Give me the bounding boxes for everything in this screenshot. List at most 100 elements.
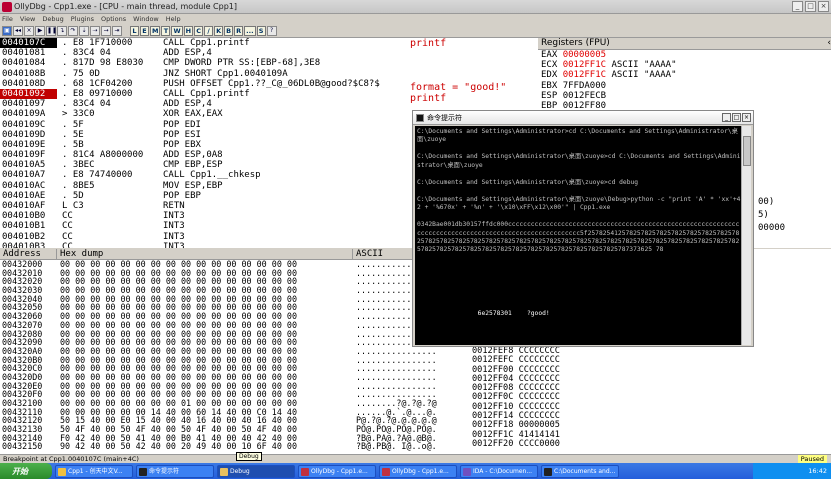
toolbar-window-button[interactable]: S bbox=[256, 25, 266, 36]
cmd-title-bar[interactable]: 命令提示符 _ □ × bbox=[413, 111, 753, 125]
cpu-address[interactable]: 00401084 bbox=[0, 58, 57, 68]
toolbar-window-button[interactable]: / bbox=[204, 25, 214, 36]
dump-row[interactable]: 00432150 90 42 40 00 50 42 40 00 20 49 40… bbox=[0, 442, 468, 451]
cpu-address[interactable]: 00401097 bbox=[0, 99, 57, 109]
taskbar-item[interactable]: Cpp1 - 创天中文V... bbox=[55, 464, 133, 478]
chevron-left-icon[interactable]: ‹ bbox=[827, 38, 831, 49]
cpu-address[interactable]: 0040107C bbox=[0, 38, 57, 49]
register-value[interactable]: 0012FF1C bbox=[563, 70, 606, 80]
taskbar-item[interactable]: OllyDbg - Cpp1.e... bbox=[379, 464, 457, 478]
toolbar-window-button[interactable]: T bbox=[161, 25, 171, 36]
menu-item-plugins[interactable]: Plugins bbox=[71, 15, 94, 23]
cmd-scrollbar-thumb[interactable] bbox=[743, 136, 751, 166]
taskbar-item[interactable]: IDA - C:\Documen... bbox=[460, 464, 538, 478]
cpu-instruction[interactable]: PUSH OFFSET Cpp1.??_C@_06DL0B@good?$C8?$ bbox=[163, 79, 408, 89]
cpu-instruction[interactable]: INT3 bbox=[163, 242, 408, 248]
toolbar-window-button[interactable]: E bbox=[140, 25, 149, 36]
hex-dump-pane[interactable]: Address Hex dump ASCII 00432000 00 00 00 … bbox=[0, 249, 468, 454]
toolbar-window-button[interactable]: C bbox=[194, 25, 204, 36]
step-into-icon[interactable]: ↴ bbox=[57, 25, 67, 36]
cpu-address[interactable]: 004010B0 bbox=[0, 211, 57, 221]
run-icon[interactable]: ▶ bbox=[35, 25, 45, 36]
cpu-instruction[interactable]: RETN bbox=[163, 201, 408, 211]
cpu-address[interactable]: 004010B3 bbox=[0, 242, 57, 248]
cpu-address[interactable]: 004010AE bbox=[0, 191, 57, 201]
taskbar-item[interactable]: Debug bbox=[217, 464, 295, 478]
maximize-button[interactable]: □ bbox=[805, 1, 816, 12]
register-row[interactable]: EAX 00000005 bbox=[538, 50, 831, 60]
cmd-output[interactable]: C:\Documents and Settings\Administrator>… bbox=[415, 126, 743, 345]
menu-item-debug[interactable]: Debug bbox=[42, 15, 63, 23]
cpu-instruction[interactable]: ADD ESP,0A8 bbox=[163, 150, 408, 160]
cpu-instruction[interactable]: CALL Cpp1.printf bbox=[163, 89, 408, 99]
register-value[interactable]: 00000005 bbox=[563, 50, 606, 60]
stack-row[interactable]: 0012FF20 CCCC0000 bbox=[472, 439, 560, 449]
menu-item-options[interactable]: Options bbox=[101, 15, 126, 23]
register-row[interactable]: ESP 0012FECB bbox=[538, 91, 831, 101]
cpu-instruction[interactable]: MOV ESP,EBP bbox=[163, 181, 408, 191]
close-file-icon[interactable]: × bbox=[24, 25, 34, 36]
cpu-instruction[interactable]: ADD ESP,4 bbox=[163, 48, 408, 58]
register-value[interactable]: 7FFDA000 bbox=[563, 81, 606, 91]
cpu-address[interactable]: 0040108D bbox=[0, 79, 57, 89]
cpu-instruction[interactable]: CALL Cpp1.__chkesp bbox=[163, 170, 408, 180]
cpu-address[interactable]: 004010A7 bbox=[0, 170, 57, 180]
cpu-address[interactable]: 004010B1 bbox=[0, 221, 57, 231]
toolbar-window-button[interactable]: B bbox=[224, 25, 234, 36]
cpu-address[interactable]: 004010A5 bbox=[0, 160, 57, 170]
cpu-address[interactable]: 0040108B bbox=[0, 69, 57, 79]
cpu-address[interactable]: 0040109A bbox=[0, 109, 57, 119]
taskbar-item[interactable]: 命令提示符 bbox=[136, 464, 214, 478]
cpu-address[interactable]: 004010B2 bbox=[0, 232, 57, 242]
taskbar-item[interactable]: C:\Documents and... bbox=[541, 464, 619, 478]
toolbar-window-button[interactable]: H bbox=[183, 25, 194, 36]
register-row[interactable]: EDX 0012FF1C ASCII "AAAA" bbox=[538, 70, 831, 80]
toolbar-window-button[interactable]: R bbox=[234, 25, 244, 36]
taskbar-item[interactable]: OllyDbg - Cpp1.e... bbox=[298, 464, 376, 478]
cpu-instruction[interactable]: CALL Cpp1.printf bbox=[163, 38, 408, 48]
cpu-address[interactable]: 0040109E bbox=[0, 140, 57, 150]
toolbar-window-button[interactable]: L bbox=[130, 25, 139, 36]
cpu-instruction[interactable]: POP EBP bbox=[163, 191, 408, 201]
trace-over-icon[interactable]: ⇢ bbox=[90, 25, 100, 36]
cmd-close-button[interactable]: × bbox=[742, 113, 751, 122]
register-row[interactable]: ECX 0012FF1C ASCII "AAAA" bbox=[538, 60, 831, 70]
help-icon[interactable]: ? bbox=[266, 25, 277, 36]
toolbar-window-button[interactable]: K bbox=[214, 25, 224, 36]
cpu-address[interactable]: 00401092 bbox=[0, 88, 57, 100]
cpu-address[interactable]: 004010AC bbox=[0, 181, 57, 191]
open-icon[interactable]: ▣ bbox=[2, 25, 12, 36]
cpu-instruction[interactable]: INT3 bbox=[163, 211, 408, 221]
cpu-instruction[interactable]: XOR EAX,EAX bbox=[163, 109, 408, 119]
cpu-instruction[interactable]: JNZ SHORT Cpp1.0040109A bbox=[163, 69, 408, 79]
toolbar-window-button[interactable]: ... bbox=[244, 25, 256, 36]
register-value[interactable]: 0012FF1C bbox=[563, 60, 606, 70]
cpu-address[interactable]: 0040109F bbox=[0, 150, 57, 160]
execute-till-return-icon[interactable]: → bbox=[101, 25, 111, 36]
cpu-instruction[interactable]: INT3 bbox=[163, 221, 408, 231]
menu-item-file[interactable]: File bbox=[2, 15, 13, 23]
menu-item-help[interactable]: Help bbox=[166, 15, 181, 23]
cpu-instruction[interactable]: CMP DWORD PTR SS:[EBP-68],3E8 bbox=[163, 58, 408, 68]
minimize-button[interactable]: _ bbox=[792, 1, 803, 12]
cpu-instruction[interactable]: ADD ESP,4 bbox=[163, 99, 408, 109]
cmd-minimize-button[interactable]: _ bbox=[722, 113, 731, 122]
cmd-scrollbar[interactable] bbox=[741, 126, 751, 345]
cpu-address[interactable]: 00401081 bbox=[0, 48, 57, 58]
toolbar-window-button[interactable]: W bbox=[171, 25, 183, 36]
cpu-instruction[interactable]: POP EBX bbox=[163, 140, 408, 150]
cpu-instruction[interactable]: POP ESI bbox=[163, 130, 408, 140]
go-to-icon[interactable]: ⇥ bbox=[112, 25, 122, 36]
step-over-icon[interactable]: ↷ bbox=[68, 25, 78, 36]
cpu-instruction[interactable]: INT3 bbox=[163, 232, 408, 242]
menu-item-view[interactable]: View bbox=[20, 15, 35, 23]
cpu-address[interactable]: 004010AF bbox=[0, 201, 57, 211]
register-value[interactable]: 0012FECB bbox=[563, 91, 606, 101]
rewind-icon[interactable]: ◂◂ bbox=[13, 25, 23, 36]
cpu-address[interactable]: 0040109D bbox=[0, 130, 57, 140]
menu-item-window[interactable]: Window bbox=[133, 15, 159, 23]
register-row[interactable]: EBX 7FFDA000 bbox=[538, 81, 831, 91]
command-prompt-window[interactable]: 命令提示符 _ □ × C:\Documents and Settings\Ad… bbox=[412, 110, 754, 347]
cmd-maximize-button[interactable]: □ bbox=[732, 113, 741, 122]
cpu-address[interactable]: 0040109C bbox=[0, 120, 57, 130]
